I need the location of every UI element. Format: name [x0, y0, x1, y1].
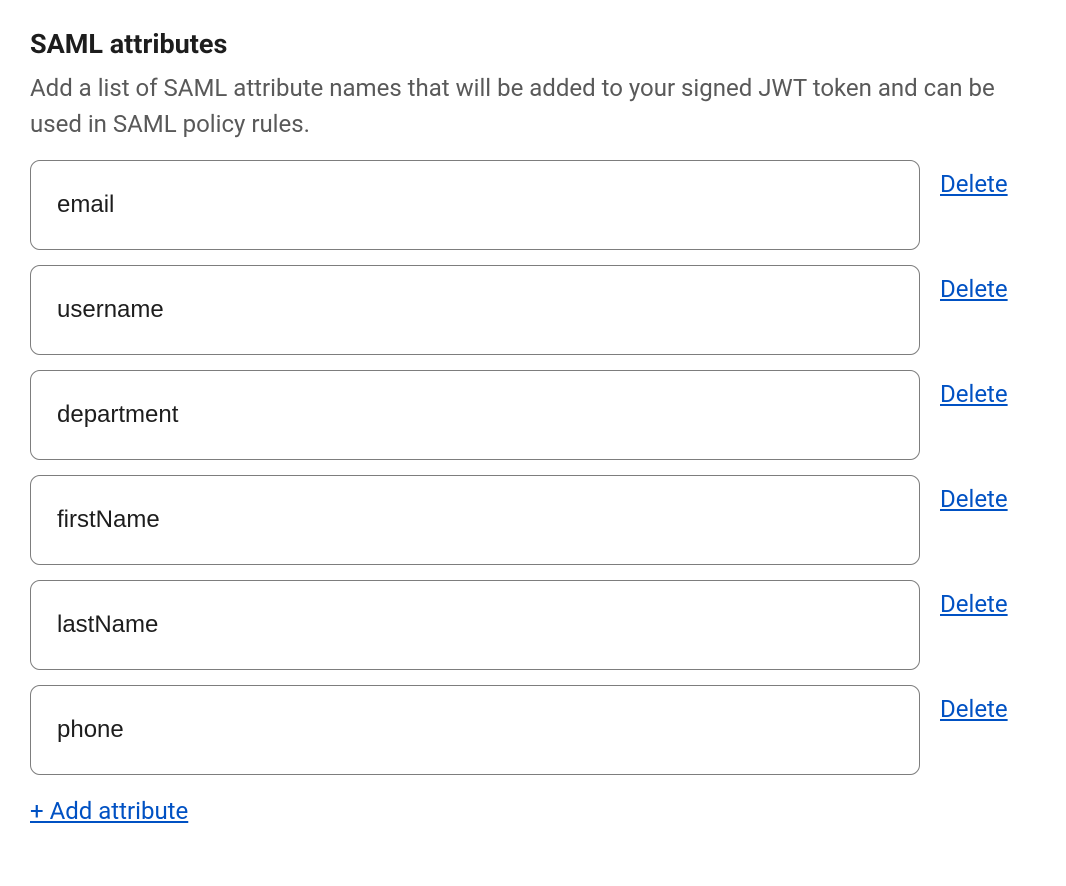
delete-button[interactable]: Delete — [940, 590, 1008, 618]
attribute-input[interactable] — [30, 685, 920, 775]
delete-button[interactable]: Delete — [940, 170, 1008, 198]
saml-attributes-list: Delete Delete Delete Delete Delete Delet… — [30, 160, 1036, 775]
attribute-row: Delete — [30, 685, 1036, 775]
section-description: Add a list of SAML attribute names that … — [30, 70, 1036, 142]
attribute-row: Delete — [30, 580, 1036, 670]
attribute-input[interactable] — [30, 160, 920, 250]
delete-button[interactable]: Delete — [940, 485, 1008, 513]
attribute-input[interactable] — [30, 580, 920, 670]
attribute-input[interactable] — [30, 475, 920, 565]
add-attribute-button[interactable]: + Add attribute — [30, 797, 188, 825]
delete-button[interactable]: Delete — [940, 380, 1008, 408]
attribute-input[interactable] — [30, 265, 920, 355]
attribute-row: Delete — [30, 160, 1036, 250]
delete-button[interactable]: Delete — [940, 695, 1008, 723]
attribute-row: Delete — [30, 475, 1036, 565]
attribute-row: Delete — [30, 370, 1036, 460]
attribute-row: Delete — [30, 265, 1036, 355]
section-title: SAML attributes — [30, 28, 1036, 60]
attribute-input[interactable] — [30, 370, 920, 460]
delete-button[interactable]: Delete — [940, 275, 1008, 303]
